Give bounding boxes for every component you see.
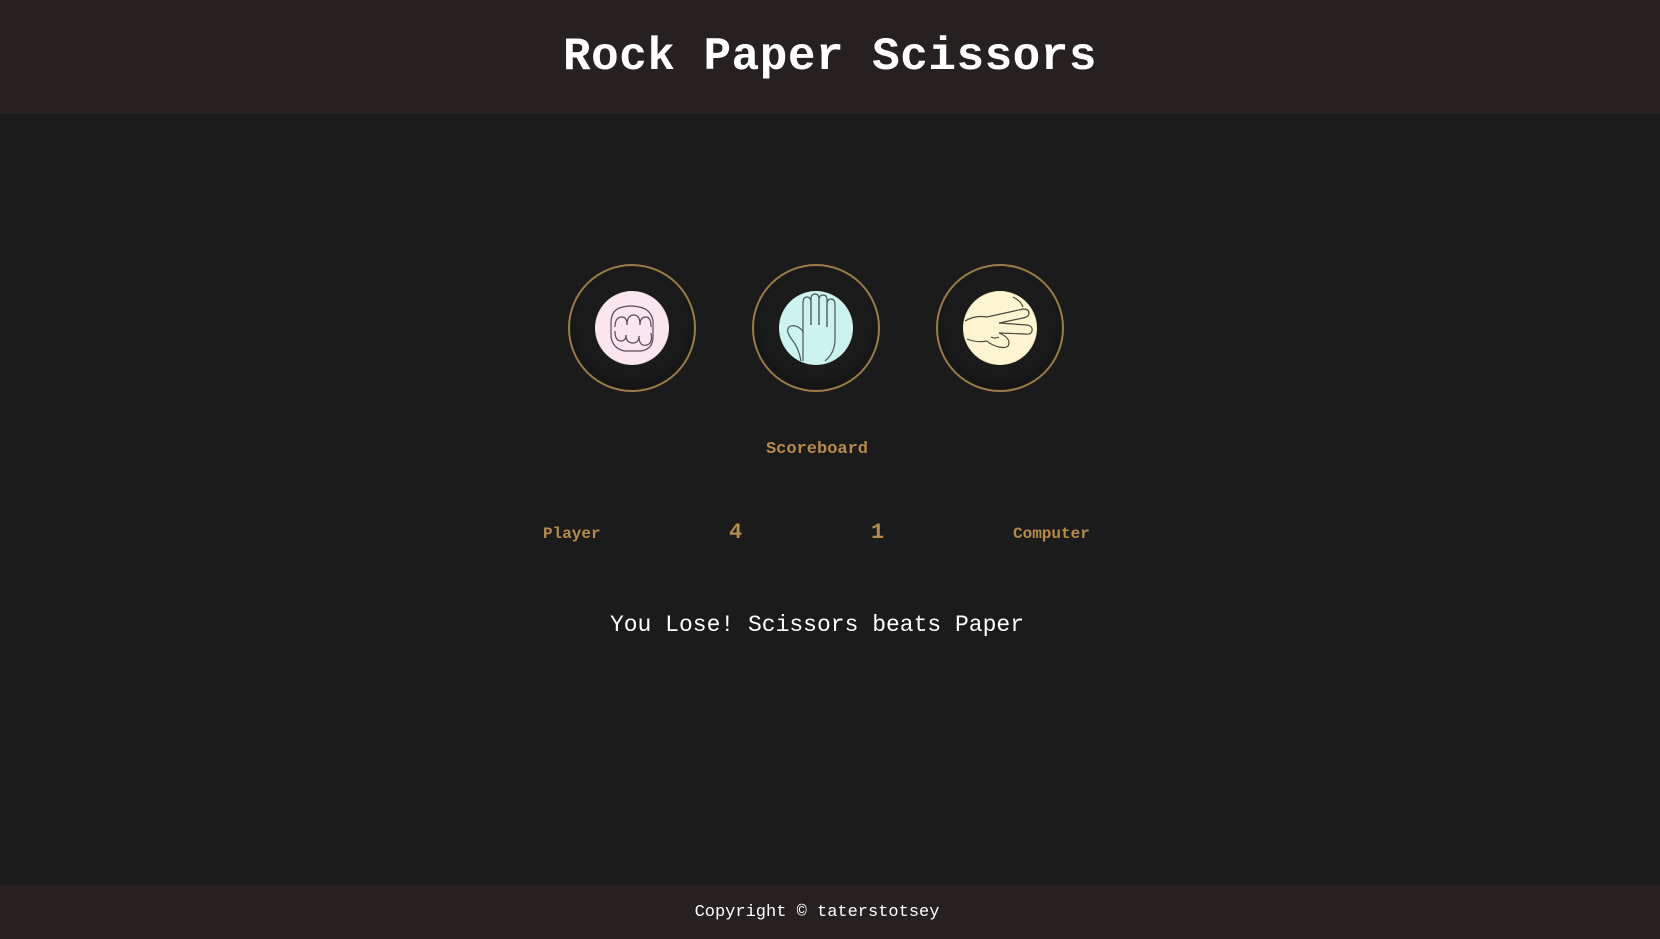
scoreboard-title: Scoreboard (765, 440, 869, 459)
player-label: Player (543, 525, 601, 543)
paper-button[interactable] (752, 264, 880, 392)
player-score: 4 (729, 520, 743, 545)
computer-score: 1 (871, 520, 885, 545)
scissors-button[interactable] (936, 264, 1064, 392)
rock-fist-icon (595, 291, 669, 365)
copyright-text: Copyright © taterstotsey (694, 902, 940, 922)
game-area: Scoreboard Player 4 1 Computer You Lose!… (0, 114, 1660, 885)
scoreboard: Player 4 1 Computer (0, 520, 1660, 550)
computer-label: Computer (1013, 525, 1090, 543)
rock-button[interactable] (568, 264, 696, 392)
scissors-hand-icon (963, 291, 1037, 365)
paper-hand-icon (779, 291, 853, 365)
choice-buttons (568, 264, 1066, 394)
page-footer: Copyright © taterstotsey (0, 885, 1660, 939)
round-result: You Lose! Scissors beats Paper (609, 612, 1025, 638)
page-title: Rock Paper Scissors (563, 31, 1097, 83)
page-header: Rock Paper Scissors (0, 0, 1660, 114)
